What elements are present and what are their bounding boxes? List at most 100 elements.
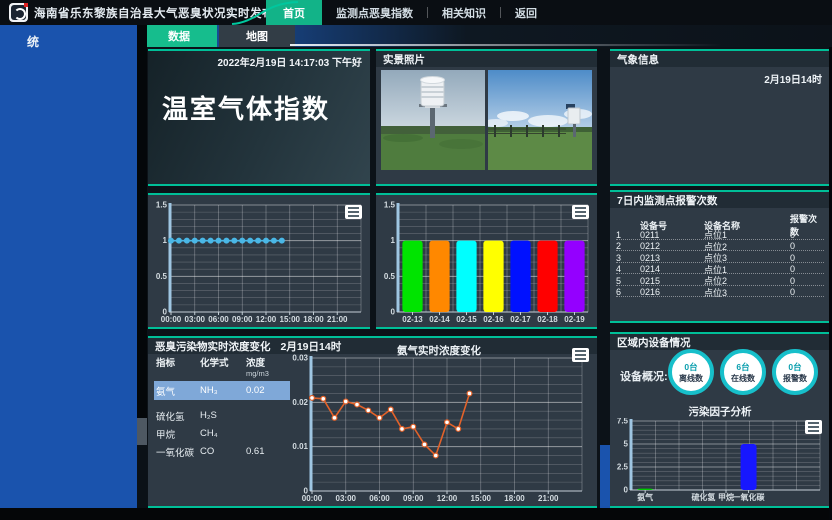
svg-text:1.5: 1.5 [156, 201, 168, 210]
svg-text:1: 1 [391, 236, 396, 245]
svg-text:0.5: 0.5 [384, 272, 396, 281]
svg-text:硫化氢: 硫化氢 [691, 492, 715, 502]
weather-time: 2月19日14时 [764, 71, 822, 86]
site-photo-1 [381, 70, 485, 170]
svg-text:1.5: 1.5 [384, 201, 396, 210]
main-nav: 首页 监测点恶臭指数 相关知识 返回 [266, 0, 551, 25]
svg-text:02-17: 02-17 [510, 315, 531, 324]
panel-index-trend-chart: 00.511.500:0003:0006:0009:0012:0015:0018… [148, 193, 370, 329]
svg-text:0.02: 0.02 [292, 398, 308, 407]
svg-text:0: 0 [624, 486, 629, 495]
svg-text:5: 5 [624, 440, 629, 449]
chart-menu-icon[interactable] [345, 205, 362, 219]
stat-alarm-count: 0台 报警数 [772, 349, 818, 395]
scrollbar-thumb[interactable] [137, 418, 147, 445]
vertical-scrollbar[interactable] [137, 25, 147, 445]
alarm-table-row: 60216点位30 [616, 286, 824, 298]
chart-menu-icon[interactable] [805, 420, 822, 434]
dashboard-screen: 统 数据 地图 2022年2月19日 14:17:03 下午好 温室气体指数 实… [0, 0, 832, 520]
alarm-table-row: 20212点位20 [616, 240, 824, 252]
daily-odor-bar-chart: 00.511.502-1302-1402-1502-1602-1702-1802… [380, 201, 593, 325]
panel-daily-bar-chart: 00.511.502-1302-1402-1502-1602-1702-1802… [376, 193, 597, 329]
svg-text:15:00: 15:00 [471, 494, 492, 503]
ghg-index-line-chart: 00.511.500:0003:0006:0009:0012:0015:0018… [152, 201, 366, 325]
alarm-table-header: 设备号 设备名称 报警次数 [616, 212, 824, 226]
odor-row[interactable]: 甲烷CH₄ [156, 425, 290, 442]
nav-knowledge[interactable]: 相关知识 [428, 0, 500, 25]
svg-text:18:00: 18:00 [303, 315, 324, 324]
svg-text:06:00: 06:00 [369, 494, 390, 503]
odor-row[interactable]: 硫化氢H₂S [156, 407, 290, 424]
alarm-table-row: 50215点位20 [616, 274, 824, 286]
svg-text:一氧化碳: 一氧化碳 [733, 492, 766, 502]
panel-title: 7日内监测点报警次数 [610, 192, 830, 208]
left-blue-background: 统 [0, 25, 137, 508]
chart-menu-icon[interactable] [572, 348, 589, 362]
panel-title: 气象信息 [610, 51, 830, 67]
odor-unit: mg/m3 [246, 369, 290, 378]
pollution-factor-bar-chart: 02.557.5氨气硫化氢甲烷一氧化碳 [614, 418, 824, 502]
tab-map[interactable]: 地图 [219, 25, 295, 47]
svg-text:03:00: 03:00 [336, 494, 357, 503]
bottom-bar [0, 508, 832, 520]
svg-text:02-15: 02-15 [456, 315, 477, 324]
alarm-table-row: 10211点位10 [616, 228, 824, 240]
device-overview-label: 设备概况: [620, 368, 668, 384]
stat-online-count: 6台 在线数 [720, 349, 766, 395]
svg-text:02-13: 02-13 [402, 315, 423, 324]
chart-menu-icon[interactable] [572, 205, 589, 219]
svg-text:12:00: 12:00 [437, 494, 458, 503]
panel-title: 区域内设备情况 [610, 334, 830, 350]
svg-text:06:00: 06:00 [208, 315, 229, 324]
odor-table: 指标 化学式 浓度 mg/m3 氨气NH₃0.02 硫化氢H₂S甲烷CH₄一氧化碳… [156, 355, 290, 460]
panel-device-status: 区域内设备情况 设备概况: 0台 离线数 6台 在线数 0台 报警数 污染因子分… [610, 332, 830, 508]
svg-text:2.5: 2.5 [617, 463, 629, 472]
current-datetime: 2022年2月19日 14:17:03 下午好 [217, 54, 362, 69]
odor-row[interactable]: 一氧化碳CO0.61 [156, 443, 290, 460]
svg-text:02-16: 02-16 [483, 315, 504, 324]
ammonia-line-chart: 00.010.020.0300:0003:0006:0009:0012:0015… [290, 354, 590, 504]
stat-offline-count: 0台 离线数 [668, 349, 714, 395]
svg-text:00:00: 00:00 [302, 494, 323, 503]
panel-alarm-table: 7日内监测点报警次数 设备号 设备名称 报警次数 10211点位1020212点… [610, 190, 830, 323]
alarm-table-row: 30213点位30 [616, 251, 824, 263]
svg-text:15:00: 15:00 [280, 315, 301, 324]
panel-live-photos: 实景照片 [376, 49, 597, 186]
greenhouse-index-title: 温室气体指数 [162, 89, 330, 126]
svg-text:02-18: 02-18 [537, 315, 558, 324]
tab-data[interactable]: 数据 [141, 25, 217, 47]
decor-swoosh [228, 0, 308, 25]
nav-back[interactable]: 返回 [501, 0, 551, 25]
svg-text:7.5: 7.5 [617, 418, 629, 426]
panel-greenhouse-index: 2022年2月19日 14:17:03 下午好 温室气体指数 [148, 49, 370, 186]
svg-text:0.01: 0.01 [292, 442, 308, 451]
pollution-chart-title: 污染因子分析 [610, 404, 830, 419]
odor-table-header: 指标 化学式 浓度 [156, 355, 290, 369]
svg-text:18:00: 18:00 [504, 494, 525, 503]
svg-text:21:00: 21:00 [327, 315, 348, 324]
tabbar-underline [290, 44, 830, 46]
svg-text:00:00: 00:00 [161, 315, 182, 324]
nav-monitor-odor-index[interactable]: 监测点恶臭指数 [322, 0, 427, 25]
svg-text:09:00: 09:00 [403, 494, 424, 503]
app-logo [9, 3, 28, 22]
alarm-table: 设备号 设备名称 报警次数 10211点位1020212点位2030213点位3… [616, 212, 824, 297]
svg-text:0: 0 [391, 308, 396, 317]
panel-odor-realtime: 恶臭污染物实时浓度变化 2月19日14时 指标 化学式 浓度 mg/m3 氨气N… [148, 336, 597, 508]
svg-text:03:00: 03:00 [185, 315, 206, 324]
odor-row[interactable]: 氨气NH₃0.02 [154, 381, 290, 400]
svg-text:0.5: 0.5 [156, 272, 168, 281]
alarm-table-row: 40214点位10 [616, 263, 824, 275]
svg-text:09:00: 09:00 [232, 315, 253, 324]
panel-weather-info: 气象信息 2月19日14时 [610, 49, 830, 186]
svg-text:0.03: 0.03 [292, 354, 308, 363]
site-photo-2 [488, 70, 592, 170]
title-wrap-text: 统 [27, 33, 39, 50]
svg-text:21:00: 21:00 [538, 494, 559, 503]
top-bar: 海南省乐东黎族自治县大气恶臭状况实时发布系 首页 监测点恶臭指数 相关知识 返回 [0, 0, 832, 25]
panel-title: 实景照片 [376, 51, 597, 67]
svg-text:1: 1 [163, 236, 168, 245]
svg-text:12:00: 12:00 [256, 315, 277, 324]
svg-text:氨气: 氨气 [637, 492, 653, 502]
svg-text:02-14: 02-14 [429, 315, 450, 324]
